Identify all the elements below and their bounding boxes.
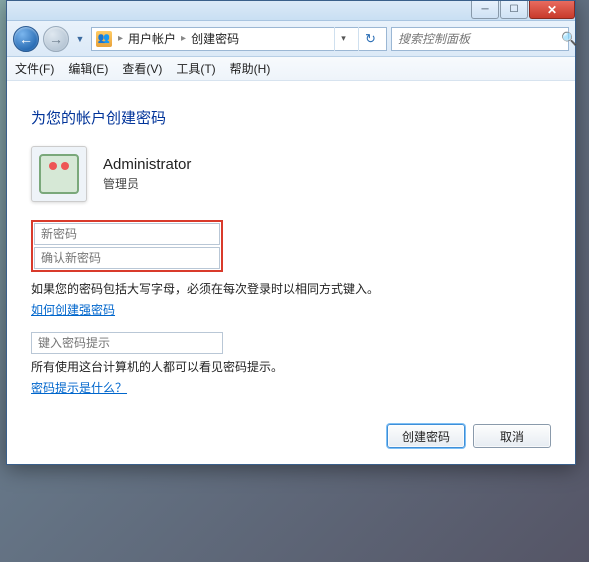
caps-note: 如果您的密码包括大写字母，必须在每次登录时以相同方式键入。 [31, 280, 551, 297]
menu-view[interactable]: 查看(V) [122, 60, 162, 77]
menu-bar: 文件(F) 编辑(E) 查看(V) 工具(T) 帮助(H) [7, 57, 575, 81]
menu-file[interactable]: 文件(F) [15, 60, 54, 77]
page-title: 为您的帐户创建密码 [31, 107, 551, 128]
address-dropdown[interactable]: ▾ [334, 27, 352, 51]
menu-edit[interactable]: 编辑(E) [68, 60, 108, 77]
chevron-right-icon: ▸ [118, 33, 123, 44]
control-panel-window: ─ ☐ ✕ ← → ▼ 👥 ▸ 用户帐户 ▸ 创建密码 ▾ ↻ 🔍 文件(F) … [6, 0, 576, 465]
titlebar: ─ ☐ ✕ [7, 1, 575, 21]
breadcrumb-item[interactable]: 创建密码 [191, 30, 239, 47]
address-bar[interactable]: 👥 ▸ 用户帐户 ▸ 创建密码 ▾ ↻ [91, 27, 387, 51]
confirm-password-input[interactable] [34, 247, 220, 269]
chevron-right-icon: ▸ [181, 33, 186, 44]
search-input[interactable] [392, 32, 561, 46]
menu-tools[interactable]: 工具(T) [176, 60, 215, 77]
user-accounts-icon: 👥 [96, 31, 112, 47]
account-info: Administrator 管理员 [103, 156, 191, 192]
account-role: 管理员 [103, 175, 191, 192]
forward-button[interactable]: → [43, 26, 69, 52]
menu-help[interactable]: 帮助(H) [230, 60, 271, 77]
footer-buttons: 创建密码 取消 [31, 410, 551, 452]
avatar [31, 146, 87, 202]
account-name: Administrator [103, 156, 191, 173]
arrow-right-icon: → [49, 31, 63, 47]
refresh-button[interactable]: ↻ [358, 27, 382, 51]
minimize-button[interactable]: ─ [471, 1, 499, 19]
back-button[interactable]: ← [13, 26, 39, 52]
maximize-button[interactable]: ☐ [500, 1, 528, 19]
breadcrumb-item[interactable]: 用户帐户 [128, 30, 176, 47]
close-button[interactable]: ✕ [529, 1, 575, 19]
search-box: 🔍 [391, 27, 569, 51]
content-area: 为您的帐户创建密码 Administrator 管理员 如果您的密码包括大写字母… [7, 81, 575, 464]
navigation-bar: ← → ▼ 👥 ▸ 用户帐户 ▸ 创建密码 ▾ ↻ 🔍 [7, 21, 575, 57]
breadcrumb: ▸ 用户帐户 ▸ 创建密码 [118, 30, 239, 47]
arrow-left-icon: ← [19, 31, 33, 47]
what-is-hint-link[interactable]: 密码提示是什么？ [31, 379, 551, 396]
cancel-button[interactable]: 取消 [473, 424, 551, 448]
robot-icon [39, 154, 79, 194]
hint-visibility-note: 所有使用这台计算机的人都可以看见密码提示。 [31, 358, 551, 375]
search-icon[interactable]: 🔍 [561, 31, 577, 47]
nav-history-dropdown[interactable]: ▼ [73, 26, 87, 52]
password-hint-input[interactable] [31, 332, 223, 354]
password-fields-highlight [31, 220, 223, 272]
new-password-input[interactable] [34, 223, 220, 245]
create-password-button[interactable]: 创建密码 [387, 424, 465, 448]
account-header: Administrator 管理员 [31, 146, 551, 202]
strong-password-link[interactable]: 如何创建强密码 [31, 301, 551, 318]
